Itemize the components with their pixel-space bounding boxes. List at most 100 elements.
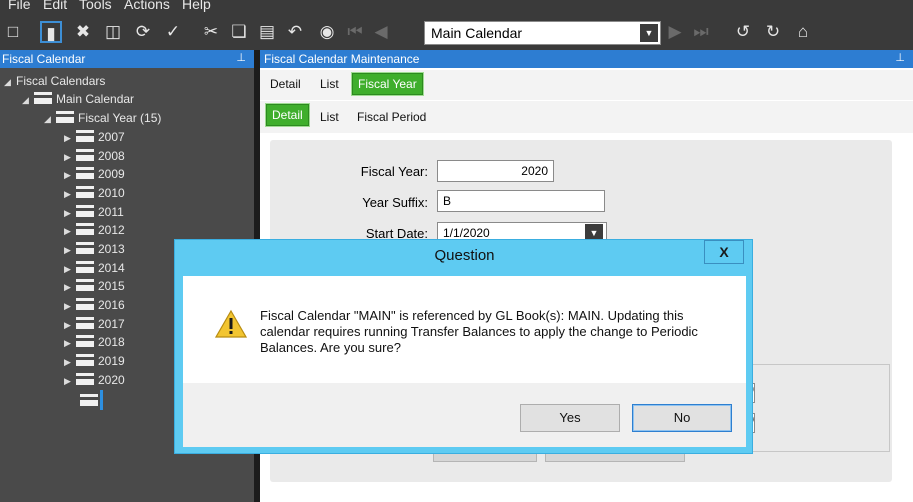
folder-icon <box>56 111 74 123</box>
tree-node-new[interactable] <box>80 390 103 410</box>
toolbar: □ ▮ ✖ ◫ ⟳ ✓ ✂ ❏ ▤ ↶ ◉ ⏮ ◀ Main Calendar … <box>0 14 913 52</box>
pin-icon[interactable]: ⊥ <box>895 51 905 64</box>
tree-node-fiscal-year[interactable]: ◢ Fiscal Year (15) <box>44 109 161 127</box>
tree-node-main-calendar[interactable]: ◢ Main Calendar <box>22 90 134 108</box>
collapsed-triangle-icon[interactable]: ▶ <box>64 129 76 147</box>
menu-help[interactable]: Help <box>182 0 211 12</box>
collapsed-triangle-icon[interactable]: ▶ <box>64 334 76 352</box>
home-icon[interactable]: ⌂ <box>792 21 814 43</box>
refresh-icon[interactable]: ⟳ <box>132 21 154 43</box>
tree-node-year[interactable]: ▶ 2014 <box>64 259 125 277</box>
delete-icon[interactable]: ✖ <box>72 21 94 43</box>
tab-detail[interactable]: Detail <box>270 77 301 91</box>
dialog-footer: Yes No <box>183 383 746 447</box>
subtab-detail[interactable]: Detail <box>266 104 309 126</box>
collapsed-triangle-icon[interactable]: ▶ <box>64 148 76 166</box>
back-arrow-icon[interactable]: ↺ <box>732 21 754 43</box>
tree-node-year[interactable]: ▶ 2008 <box>64 147 125 165</box>
folder-icon <box>76 317 94 329</box>
first-record-icon[interactable]: ⏮ <box>344 21 366 43</box>
tree-node-year[interactable]: ▶ 2015 <box>64 277 125 295</box>
previous-record-icon[interactable]: ◀ <box>370 21 392 43</box>
year-suffix-label: Year Suffix: <box>362 195 428 210</box>
expanded-triangle-icon[interactable]: ◢ <box>44 110 56 128</box>
pin-icon[interactable]: ⊥ <box>236 51 246 64</box>
tree-node-fiscal-calendars[interactable]: ◢ Fiscal Calendars <box>4 72 105 90</box>
calendar-select[interactable]: Main Calendar ▼ <box>424 21 661 45</box>
collapsed-triangle-icon[interactable]: ▶ <box>64 278 76 296</box>
tree-node-year[interactable]: ▶ 2020 <box>64 371 125 389</box>
folder-icon <box>76 335 94 347</box>
year-suffix-field[interactable]: B <box>437 190 605 212</box>
tree-node-year[interactable]: ▶ 2010 <box>64 184 125 202</box>
next-record-icon[interactable]: ▶ <box>664 21 686 43</box>
fiscal-year-label: Fiscal Year: <box>360 164 428 179</box>
undo-icon[interactable]: ↶ <box>284 21 306 43</box>
collapsed-triangle-icon[interactable]: ▶ <box>64 166 76 184</box>
collapsed-triangle-icon[interactable]: ▶ <box>64 297 76 315</box>
yes-button[interactable]: Yes <box>520 404 620 432</box>
collapsed-triangle-icon[interactable]: ▶ <box>64 353 76 371</box>
collapsed-triangle-icon[interactable]: ▶ <box>64 204 76 222</box>
period-groupbox: 9 0 <box>737 364 890 452</box>
folder-icon <box>76 373 94 385</box>
question-dialog: Question X Fiscal Calendar "MAIN" is ref… <box>174 239 753 454</box>
no-button[interactable]: No <box>632 404 732 432</box>
expanded-triangle-icon[interactable]: ◢ <box>4 73 16 91</box>
collapsed-triangle-icon[interactable]: ▶ <box>64 185 76 203</box>
right-panel-title: Fiscal Calendar Maintenance <box>264 52 420 66</box>
forward-arrow-icon[interactable]: ↻ <box>762 21 784 43</box>
tree-node-year[interactable]: ▶ 2011 <box>64 203 124 221</box>
menu-bar: File Edit Tools Actions Help <box>0 0 913 14</box>
menu-edit[interactable]: Edit <box>43 0 67 12</box>
tree-node-year[interactable]: ▶ 2009 <box>64 165 125 183</box>
tree-node-year[interactable]: ▶ 2016 <box>64 296 125 314</box>
copy-icon[interactable]: ❏ <box>228 21 250 43</box>
collapsed-triangle-icon[interactable]: ▶ <box>64 316 76 334</box>
collapsed-triangle-icon[interactable]: ▶ <box>64 241 76 259</box>
folder-icon <box>76 186 94 198</box>
menu-file[interactable]: File <box>8 0 31 12</box>
open-book-icon[interactable]: ◫ <box>102 21 124 43</box>
collapsed-triangle-icon[interactable]: ▶ <box>64 372 76 390</box>
clear-brush-icon[interactable]: ✓ <box>162 21 184 43</box>
dialog-title: Question <box>434 247 495 264</box>
right-panel-header: Fiscal Calendar Maintenance ⊥ <box>260 50 913 68</box>
folder-icon <box>76 354 94 366</box>
menu-tools[interactable]: Tools <box>79 0 112 12</box>
save-icon[interactable]: ▮ <box>40 21 62 43</box>
warning-icon <box>215 309 247 338</box>
tab-fiscal-year[interactable]: Fiscal Year <box>352 73 423 95</box>
sub-tab-row: Detail List Fiscal Period <box>260 101 913 133</box>
tree-node-year[interactable]: ▶ 2019 <box>64 352 125 370</box>
chevron-down-icon[interactable]: ▼ <box>640 24 658 42</box>
top-tab-row: Detail List Fiscal Year <box>260 70 913 100</box>
left-panel-title: Fiscal Calendar <box>2 52 86 66</box>
collapsed-triangle-icon[interactable]: ▶ <box>64 222 76 240</box>
collapsed-triangle-icon[interactable]: ▶ <box>64 260 76 278</box>
tree-node-year[interactable]: ▶ 2017 <box>64 315 125 333</box>
close-button[interactable]: X <box>704 240 744 264</box>
search-binoculars-icon[interactable]: ◉ <box>316 21 338 43</box>
menu-actions[interactable]: Actions <box>124 0 170 12</box>
tree-node-year[interactable]: ▶ 2018 <box>64 333 125 351</box>
last-record-icon[interactable]: ⏭ <box>690 21 712 43</box>
folder-icon <box>76 242 94 254</box>
subtab-fiscal-period[interactable]: Fiscal Period <box>357 110 426 124</box>
subtab-list[interactable]: List <box>320 110 339 124</box>
left-panel-header: Fiscal Calendar ⊥ <box>0 50 254 68</box>
tree-node-year[interactable]: ▶ 2007 <box>64 128 125 146</box>
cut-icon[interactable]: ✂ <box>200 21 222 43</box>
folder-icon <box>80 394 98 406</box>
fiscal-year-field[interactable]: 2020 <box>437 160 554 182</box>
folder-icon <box>34 92 52 104</box>
paste-icon[interactable]: ▤ <box>256 21 278 43</box>
tree-node-year[interactable]: ▶ 2012 <box>64 221 125 239</box>
tab-list[interactable]: List <box>320 77 339 91</box>
text-caret <box>100 390 103 410</box>
dialog-body: Fiscal Calendar "MAIN" is referenced by … <box>183 276 746 383</box>
folder-icon <box>76 261 94 273</box>
expanded-triangle-icon[interactable]: ◢ <box>22 91 34 109</box>
tree-node-year[interactable]: ▶ 2013 <box>64 240 125 258</box>
new-icon[interactable]: □ <box>2 21 24 43</box>
